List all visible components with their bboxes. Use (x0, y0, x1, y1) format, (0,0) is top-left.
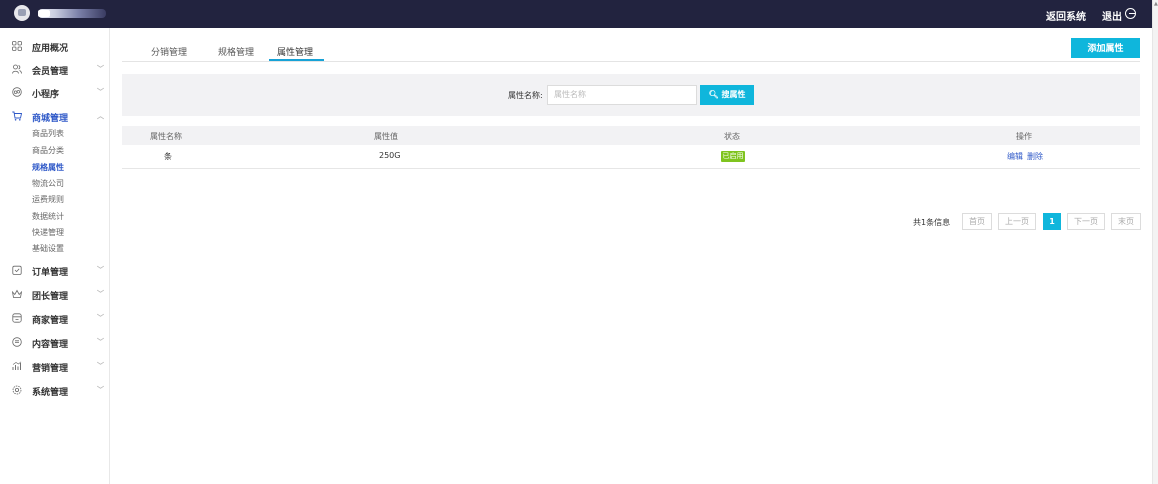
search-icon: 🔍︎ (708, 90, 719, 99)
sidebar-subitem-spec-attribute[interactable]: 规格属性 (32, 162, 64, 173)
first-page-button[interactable]: 首页 (962, 213, 992, 230)
cart-icon (12, 111, 22, 121)
sidebar-item-system[interactable]: 系统管理 ﹀ (0, 380, 110, 400)
sidebar-subitem-product-list[interactable]: 商品列表 (32, 128, 64, 139)
sidebar-item-label: 订单管理 (32, 268, 69, 278)
scroll-up-arrow-icon[interactable]: ▲ (1154, 1, 1158, 7)
sidebar-subitem-basic-settings[interactable]: 基础设置 (32, 243, 64, 254)
chevron-down-icon: ﹀ (97, 362, 104, 370)
cell-attribute-name: 条 (164, 152, 172, 161)
table-row: 条 250G 已启用 编辑 删除 (122, 145, 1140, 169)
chevron-down-icon: ﹀ (97, 338, 104, 346)
chevron-down-icon: ﹀ (97, 314, 104, 322)
chevron-down-icon: ﹀ (97, 88, 104, 96)
pagination-info: 共1条信息 (913, 218, 951, 227)
sidebar-item-label: 小程序 (32, 90, 60, 100)
sidebar-subitem-logistics[interactable]: 物流公司 (32, 178, 64, 189)
grid-icon (12, 41, 22, 51)
sidebar-item-content[interactable]: 内容管理 ﹀ (0, 332, 110, 352)
logout-icon[interactable] (1125, 8, 1136, 19)
next-page-button[interactable]: 下一页 (1067, 213, 1105, 230)
crown-icon (12, 289, 22, 298)
sidebar-item-label: 商城管理 (32, 114, 69, 124)
gear-icon (12, 385, 22, 395)
search-label: 属性名称: (508, 91, 543, 100)
header-status: 状态 (724, 132, 740, 141)
last-page-button[interactable]: 末页 (1111, 213, 1141, 230)
sidebar-item-leaders[interactable]: 团长管理 ﹀ (0, 284, 110, 304)
users-icon (12, 64, 22, 74)
sidebar-item-overview[interactable]: 应用概况 (0, 36, 110, 56)
sidebar-item-label: 商家管理 (32, 316, 69, 326)
chevron-down-icon: ﹀ (97, 65, 104, 73)
page-1-button[interactable]: 1 (1043, 213, 1061, 230)
table-header: 属性名称 属性值 状态 操作 (122, 126, 1140, 145)
tab-spec[interactable]: 规格管理 (218, 45, 254, 58)
shop-icon (12, 313, 22, 323)
status-badge: 已启用 (721, 151, 745, 162)
sidebar-item-marketing[interactable]: 营销管理 ﹀ (0, 356, 110, 376)
sidebar-item-miniprogram[interactable]: 小程序 ﹀ (0, 82, 110, 102)
edit-link[interactable]: 编辑 (1007, 151, 1023, 162)
sidebar-item-members[interactable]: 会员管理 ﹀ (0, 59, 110, 79)
chevron-down-icon: ﹀ (97, 290, 104, 298)
header-actions: 操作 (1016, 132, 1032, 141)
active-tab-indicator (269, 59, 324, 61)
logout-link[interactable]: 退出 (1102, 8, 1122, 23)
prev-page-button[interactable]: 上一页 (998, 213, 1036, 230)
tab-attribute[interactable]: 属性管理 (277, 45, 313, 58)
chart-icon (12, 361, 22, 370)
sidebar-item-label: 系统管理 (32, 388, 69, 398)
logo-icon (14, 5, 30, 21)
sidebar-item-label: 会员管理 (32, 67, 69, 77)
miniprogram-icon (12, 87, 22, 97)
sidebar-item-merchants[interactable]: 商家管理 ﹀ (0, 308, 110, 328)
add-attribute-button[interactable]: 添加属性 (1071, 38, 1140, 58)
sidebar-item-label: 营销管理 (32, 364, 69, 374)
header-attribute-name: 属性名称 (150, 132, 182, 141)
search-button[interactable]: 🔍︎ 搜属性 (700, 85, 754, 105)
tab-distribution[interactable]: 分销管理 (151, 45, 187, 58)
order-icon (12, 265, 22, 275)
sidebar: 应用概况 会员管理 ﹀ 小程序 ﹀ 商城管理 ︿ 商品列表 商品分类 规格属性 … (0, 28, 110, 484)
chevron-down-icon: ﹀ (97, 386, 104, 394)
delete-link[interactable]: 删除 (1027, 151, 1043, 162)
search-button-label: 搜属性 (721, 90, 746, 99)
back-to-system-link[interactable]: 返回系统 (1046, 8, 1086, 23)
chevron-up-icon: ︿ (97, 112, 104, 120)
scrollbar[interactable]: ▲ (1152, 0, 1158, 484)
sidebar-item-mall[interactable]: 商城管理 ︿ (0, 106, 110, 126)
sidebar-item-orders[interactable]: 订单管理 ﹀ (0, 260, 110, 280)
app-name-redacted (38, 9, 106, 18)
attribute-name-input[interactable]: 属性名称 (547, 85, 697, 105)
sidebar-subitem-express[interactable]: 快递管理 (32, 227, 64, 238)
sidebar-subitem-statistics[interactable]: 数据统计 (32, 211, 64, 222)
cell-attribute-value: 250G (379, 151, 401, 160)
top-bar: 返回系统 退出 (0, 0, 1152, 28)
sidebar-item-label: 团长管理 (32, 292, 69, 302)
document-icon (12, 337, 22, 347)
sidebar-item-label: 应用概况 (32, 44, 69, 54)
header-attribute-value: 属性值 (374, 132, 398, 141)
chevron-down-icon: ﹀ (97, 266, 104, 274)
sidebar-item-label: 内容管理 (32, 340, 69, 350)
sidebar-subitem-product-category[interactable]: 商品分类 (32, 145, 64, 156)
sidebar-subitem-freight-rules[interactable]: 运费规则 (32, 194, 64, 205)
search-panel: 属性名称: 属性名称 🔍︎ 搜属性 (122, 74, 1140, 116)
